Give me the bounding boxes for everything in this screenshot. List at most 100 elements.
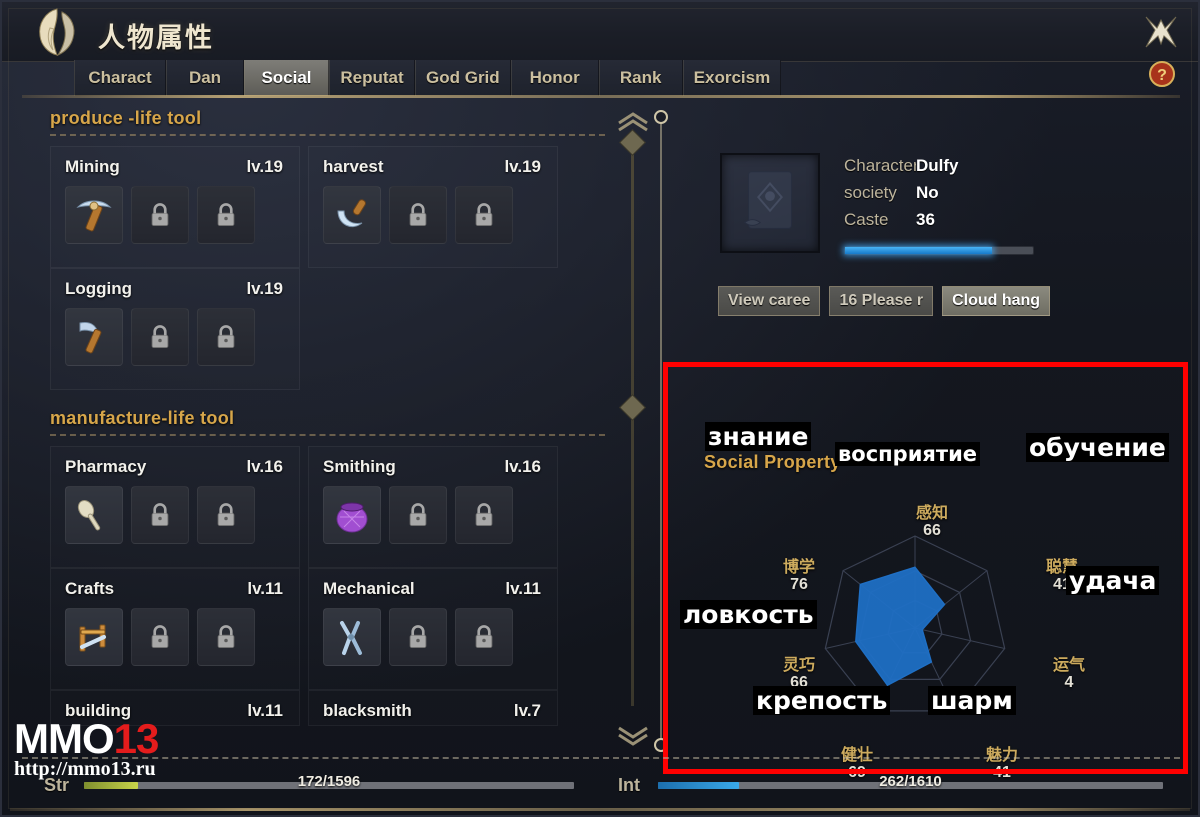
skill-name: Mechanical — [323, 579, 415, 598]
skill-slot-row — [323, 486, 547, 544]
action-button-row: View caree 16 Please r Cloud hang — [718, 286, 1051, 316]
locked-slot-icon[interactable] — [455, 608, 513, 666]
locked-slot-icon[interactable] — [131, 486, 189, 544]
locked-slot-icon[interactable] — [131, 186, 189, 244]
skill-slot-row — [65, 486, 289, 544]
skill-level: lv.7 — [513, 701, 541, 720]
skill-header: Logging lv.19 — [65, 279, 289, 299]
tab-god-grid[interactable]: God Grid — [415, 60, 511, 96]
annotation-ru-dexterity: ловкость — [680, 600, 817, 629]
chevron-double-down-icon[interactable] — [616, 726, 650, 746]
bottom-divider — [22, 757, 1180, 759]
tab-social[interactable]: Social — [244, 60, 329, 96]
locked-slot-icon[interactable] — [455, 486, 513, 544]
pickaxe-icon[interactable] — [65, 186, 123, 244]
rail-knob-bottom — [654, 738, 668, 752]
locked-slot-icon[interactable] — [197, 308, 255, 366]
skill-slot-row — [323, 186, 547, 244]
tab-rank[interactable]: Rank — [598, 60, 683, 96]
tab-honor[interactable]: Honor — [510, 60, 599, 96]
panel-scrollbar[interactable] — [610, 108, 670, 756]
button-label: Cloud hang — [952, 292, 1041, 309]
info-value: Dulfy — [916, 156, 959, 175]
sickle-icon[interactable] — [323, 186, 381, 244]
annotation-ru-perception: восприятие — [835, 442, 981, 466]
watermark-brand-accent: 13 — [113, 715, 160, 762]
tab-label: Reputat — [340, 68, 404, 87]
skill-header: Smithing lv.16 — [323, 457, 547, 477]
scrollbar-thumb-bottom[interactable] — [619, 394, 646, 421]
locked-slot-icon[interactable] — [197, 186, 255, 244]
rail-knob-top — [654, 110, 668, 124]
axis-value: 76 — [790, 576, 808, 594]
section-produce-life-tool: produce -life tool — [50, 108, 605, 136]
pot-icon[interactable] — [323, 486, 381, 544]
skill-card-mining[interactable]: Mining lv.19 — [50, 146, 300, 268]
locked-slot-icon[interactable] — [389, 186, 447, 244]
skill-level: lv.16 — [246, 457, 283, 476]
skill-name: Mining — [65, 157, 120, 176]
info-row-caste: Caste 36 — [844, 210, 1074, 237]
locked-slot-icon[interactable] — [131, 308, 189, 366]
stat-bar-track: 262/1610 — [658, 773, 1163, 790]
footer-divider — [10, 808, 1190, 811]
tab-charact[interactable]: Charact — [74, 60, 166, 96]
skill-level: lv.19 — [246, 157, 283, 176]
locked-slot-icon[interactable] — [389, 486, 447, 544]
skill-card-pharmacy[interactable]: Pharmacy lv.16 — [50, 446, 300, 568]
tab-dan[interactable]: Dan — [166, 60, 244, 96]
tab-reputat[interactable]: Reputat — [329, 60, 415, 96]
section-title: produce -life tool — [50, 108, 202, 128]
skill-slot-row — [65, 186, 289, 244]
please-request-button[interactable]: 16 Please r — [829, 286, 934, 316]
section-divider — [50, 134, 605, 136]
helmet-crest-icon — [28, 6, 86, 58]
close-star-icon[interactable] — [1142, 14, 1180, 50]
skill-card-harvest[interactable]: harvest lv.19 — [308, 146, 558, 268]
locked-slot-icon[interactable] — [131, 608, 189, 666]
loom-icon[interactable] — [65, 608, 123, 666]
skill-header: Pharmacy lv.16 — [65, 457, 289, 477]
locked-slot-icon[interactable] — [197, 486, 255, 544]
pliers-icon[interactable] — [323, 608, 381, 666]
section-divider — [50, 434, 605, 436]
axis-name-cn: 魅力 — [985, 745, 1018, 764]
info-label: society — [844, 183, 897, 202]
tab-exorcism[interactable]: Exorcism — [682, 60, 782, 96]
skill-card-mechanical[interactable]: Mechanical lv.11 — [308, 568, 558, 690]
tab-label: Rank — [619, 68, 662, 87]
annotation-ru-fortitude: крепость — [753, 686, 891, 715]
locked-slot-icon[interactable] — [455, 186, 513, 244]
experience-bar — [844, 246, 1034, 255]
skill-level: lv.19 — [246, 279, 283, 298]
cloud-hang-button[interactable]: Cloud hang — [942, 286, 1051, 316]
skill-level: lv.11 — [247, 701, 283, 720]
stat-name: Int — [618, 774, 640, 795]
help-question-icon[interactable]: ? — [1148, 60, 1176, 88]
locked-slot-icon[interactable] — [389, 608, 447, 666]
life-skills-panel: produce -life tool Mining lv.19 harvest … — [50, 108, 605, 753]
axis-value: 4 — [1064, 674, 1074, 692]
scrollbar-thumb-top[interactable] — [619, 129, 646, 156]
scrollbar-track[interactable] — [631, 136, 634, 706]
watermark-url: http://mmo13.ru — [14, 758, 156, 780]
skill-card-blacksmith[interactable]: blacksmith lv.7 — [308, 690, 558, 726]
axe-icon[interactable] — [65, 308, 123, 366]
skill-card-logging[interactable]: Logging lv.19 — [50, 268, 300, 390]
skill-card-crafts[interactable]: Crafts lv.11 — [50, 568, 300, 690]
annotation-ru-learning: обучение — [1026, 433, 1169, 462]
tab-bar: Charact Dan Social Reputat God Grid Hono… — [74, 60, 782, 96]
skill-header: blacksmith lv.7 — [323, 701, 547, 721]
info-row-society: society No — [844, 183, 1074, 210]
scroll-portrait-icon[interactable] — [720, 153, 820, 253]
spoon-icon[interactable] — [65, 486, 123, 544]
tab-underline-divider — [22, 95, 1180, 98]
view-career-button[interactable]: View caree — [718, 286, 821, 316]
locked-slot-icon[interactable] — [197, 608, 255, 666]
axis-name-cn: 感知 — [915, 503, 948, 522]
skill-level: lv.16 — [504, 457, 541, 476]
game-character-attributes-window: 人物属性 Charact Dan Social Reputat God Grid… — [0, 0, 1200, 817]
grid-spacer — [308, 268, 558, 390]
skill-card-smithing[interactable]: Smithing lv.16 — [308, 446, 558, 568]
tab-label: Honor — [529, 68, 580, 87]
